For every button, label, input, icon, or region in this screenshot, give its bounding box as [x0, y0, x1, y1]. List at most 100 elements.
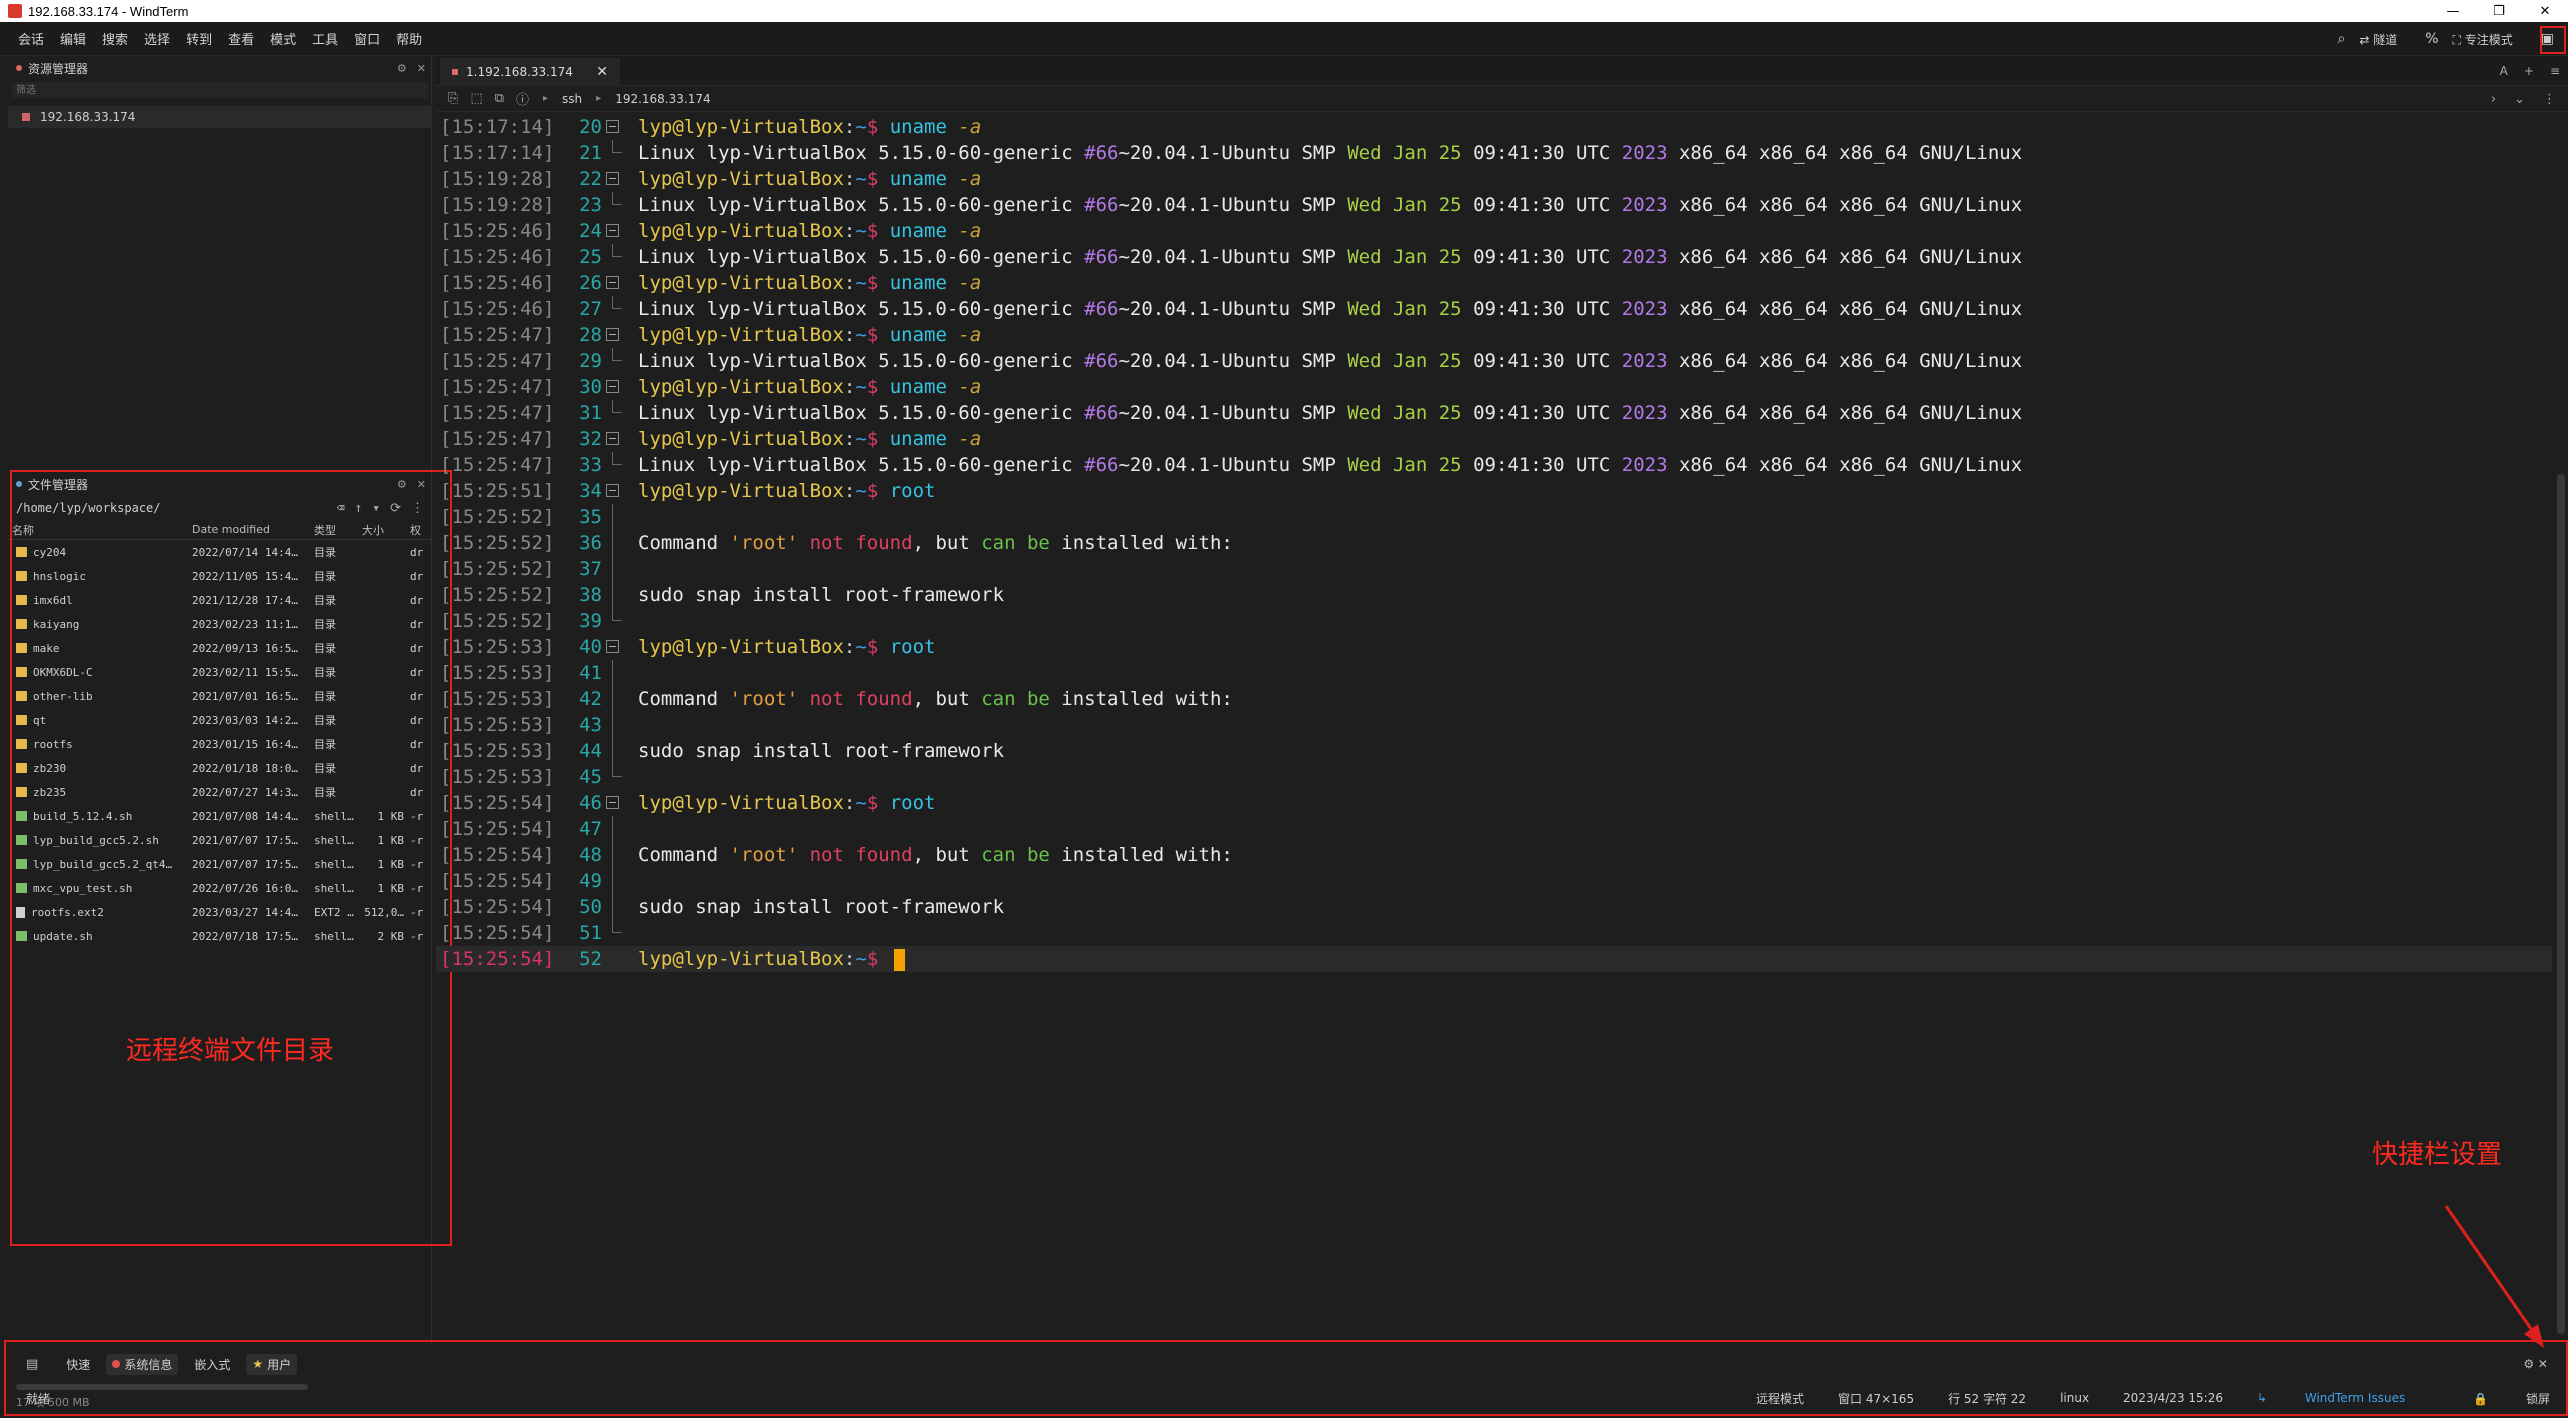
- output-text: not found: [809, 532, 913, 554]
- prompt-path: ~: [855, 220, 867, 242]
- lock-screen-button[interactable]: 🔒 锁屏: [2439, 1390, 2550, 1407]
- minimize-button[interactable]: —: [2430, 0, 2476, 22]
- output-text: ~20.04.1-Ubuntu SMP: [1118, 350, 1348, 372]
- font-icon[interactable]: A: [2500, 64, 2508, 78]
- scroll-thumb[interactable]: [2557, 474, 2565, 1334]
- line-number: 22: [579, 168, 602, 190]
- menu-help[interactable]: 帮助: [388, 29, 430, 48]
- terminal-line: [15:25:51] 34 lyp@lyp-VirtualBox:~$ root: [436, 478, 2552, 504]
- issues-link[interactable]: ↳ WindTerm Issues: [2257, 1391, 2405, 1405]
- status-position: 行 52 字符 22: [1948, 1391, 2027, 1406]
- output-text: #66: [1084, 350, 1119, 372]
- open-icon[interactable]: ⬚: [470, 91, 482, 106]
- timestamp: [15:25:46]: [440, 298, 555, 320]
- fold-toggle-icon[interactable]: [606, 640, 619, 653]
- close-window-button[interactable]: ✕: [2522, 0, 2568, 22]
- embedded-item[interactable]: 嵌入式: [188, 1355, 236, 1374]
- line-content: lyp@lyp-VirtualBox:~$ uname -a: [638, 272, 982, 294]
- breadcrumb-host[interactable]: 192.168.33.174: [615, 92, 710, 106]
- line-number: 47: [579, 818, 602, 840]
- more-icon[interactable]: ⋮: [2543, 92, 2556, 107]
- menu-window[interactable]: 窗口: [346, 29, 388, 48]
- menu-select[interactable]: 选择: [136, 29, 178, 48]
- fold-toggle-icon[interactable]: [606, 120, 619, 133]
- restore-button[interactable]: ❐: [2476, 0, 2522, 22]
- new-session-icon[interactable]: ⎘: [448, 91, 458, 106]
- user-chip[interactable]: ★ 用户: [246, 1353, 298, 1375]
- panel-dot-icon: [16, 65, 22, 71]
- line-content: lyp@lyp-VirtualBox:~$ uname -a: [638, 324, 982, 346]
- menu-mode[interactable]: 模式: [262, 29, 304, 48]
- fold-toggle-icon[interactable]: [606, 432, 619, 445]
- terminal-line: [15:25:53] 42 Command 'root' not found, bu…: [436, 686, 2552, 712]
- prompt-dollar: $: [866, 792, 879, 814]
- terminal-scrollbar[interactable]: [2554, 114, 2568, 1338]
- tab-session[interactable]: 1.192.168.33.174 ✕: [440, 58, 620, 86]
- tab-close-icon[interactable]: ✕: [596, 64, 608, 80]
- timestamp: [15:25:52]: [440, 584, 555, 606]
- focus-mode-button[interactable]: ⛶ 专注模式: [2453, 31, 2527, 48]
- terminal-line: [15:25:52] 39: [436, 608, 2552, 634]
- info-icon[interactable]: ⓘ: [516, 89, 529, 108]
- menu-right-tools: ⌕ ⇄ 隧道 % ⛶ 专注模式 ▣: [2337, 22, 2568, 56]
- menu-search[interactable]: 搜索: [94, 29, 136, 48]
- line-number: 28: [579, 324, 602, 346]
- fold-toggle-icon[interactable]: [606, 380, 619, 393]
- quick-item[interactable]: 快速: [60, 1355, 96, 1374]
- line-number: 33: [579, 454, 602, 476]
- fold-guide: [612, 348, 622, 361]
- prompt-path: ~: [855, 272, 867, 294]
- fold-toggle-icon[interactable]: [606, 484, 619, 497]
- chevron-right-icon[interactable]: ›: [2491, 92, 2496, 107]
- output-text: #66: [1084, 454, 1119, 476]
- output-text: Wed Jan 25: [1347, 246, 1462, 268]
- close-icon[interactable]: ✕: [417, 62, 426, 75]
- line-content: Linux lyp-VirtualBox 5.15.0-60-generic #…: [638, 140, 2022, 166]
- chevron-down-icon[interactable]: ⌄: [2514, 92, 2525, 107]
- menu-session[interactable]: 会话: [10, 29, 52, 48]
- search-icon[interactable]: ⌕: [2337, 31, 2345, 47]
- output-text: 'root': [729, 844, 799, 866]
- timestamp: [15:25:47]: [440, 324, 555, 346]
- fold-toggle-icon[interactable]: [606, 172, 619, 185]
- panel-toggle-icon[interactable]: ▤: [26, 1357, 38, 1372]
- breadcrumb-ssh[interactable]: ssh: [562, 92, 582, 106]
- file-panel-highlight-box: [10, 470, 452, 1246]
- fold-toggle-icon[interactable]: [606, 328, 619, 341]
- output-text: ~20.04.1-Ubuntu SMP: [1118, 194, 1348, 216]
- terminal-cursor: [893, 948, 905, 971]
- terminal-line: [15:25:52] 37: [436, 556, 2552, 582]
- output-text: Linux lyp-VirtualBox 5.15.0-60-generic: [638, 350, 1085, 372]
- line-number: 36: [579, 532, 602, 554]
- fold-toggle-icon[interactable]: [606, 224, 619, 237]
- tunnel-button[interactable]: ⇄ 隧道: [2359, 31, 2411, 48]
- menu-bar: 会话 编辑 搜索 选择 转到 查看 模式 工具 窗口 帮助 ⌕ ⇄ 隧道 % ⛶…: [0, 22, 2568, 56]
- session-item[interactable]: 192.168.33.174: [8, 106, 432, 128]
- menu-edit[interactable]: 编辑: [52, 29, 94, 48]
- sysinfo-chip[interactable]: 系统信息: [106, 1353, 179, 1375]
- terminal-line: [15:17:14] 21 Linux lyp-VirtualBox 5.15.0-…: [436, 140, 2552, 166]
- lock-label: 锁屏: [2525, 1391, 2550, 1406]
- fold-toggle-icon[interactable]: [606, 796, 619, 809]
- menu-goto[interactable]: 转到: [178, 29, 220, 48]
- session-filter-input[interactable]: [12, 82, 428, 98]
- menu-view[interactable]: 查看: [220, 29, 262, 48]
- tab-menu-icon[interactable]: ≡: [2550, 64, 2560, 78]
- quickbar-settings-gear-icon[interactable]: ⚙ ✕: [2523, 1357, 2548, 1371]
- fold-guide: [612, 686, 613, 712]
- issues-label: WindTerm Issues: [2304, 1391, 2406, 1405]
- fold-toggle-icon[interactable]: [606, 276, 619, 289]
- add-tab-icon[interactable]: +: [2524, 64, 2534, 78]
- output-text: Linux lyp-VirtualBox 5.15.0-60-generic: [638, 246, 1085, 268]
- timestamp: [15:25:54]: [440, 870, 555, 892]
- session-panel-header: 资源管理器 ⚙ ✕: [8, 56, 432, 80]
- menu-tools[interactable]: 工具: [304, 29, 346, 48]
- command-flag: -a: [958, 168, 982, 190]
- terminal-view[interactable]: [15:17:14] 20 lyp@lyp-VirtualBox:~$ uname …: [436, 114, 2552, 1338]
- duplicate-icon[interactable]: ⧉: [495, 91, 504, 106]
- session-item-label: 192.168.33.174: [40, 110, 136, 124]
- percent-icon[interactable]: %: [2425, 31, 2438, 47]
- gear-icon[interactable]: ⚙: [397, 62, 407, 75]
- command-flag: -a: [958, 116, 982, 138]
- status-remote-mode[interactable]: 远程模式: [1756, 1390, 1804, 1407]
